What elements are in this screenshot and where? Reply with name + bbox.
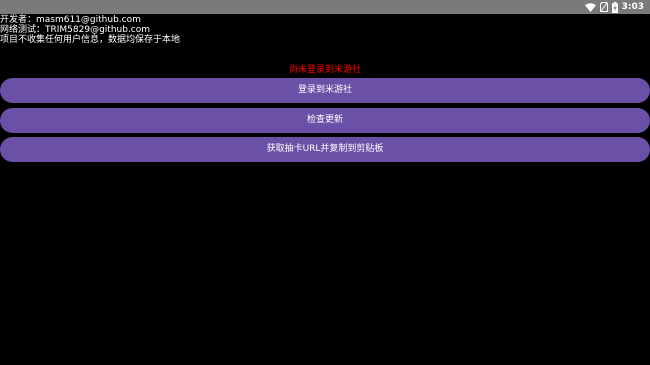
login-status-text: 尚未登录到米游社 [288, 65, 361, 75]
privacy-text: 项目不收集任何用户信息，数据均保存于本地 [0, 35, 181, 45]
status-time: 3:03 [621, 2, 644, 12]
battery-charging-icon [611, 1, 618, 13]
status-bar: 3:03 [0, 0, 650, 14]
login-button[interactable]: 登录到米游社 [0, 78, 650, 103]
developer-text: 开发者：masm611@github.com [0, 15, 141, 25]
check-update-button[interactable]: 检查更新 [0, 108, 650, 133]
network-test-text: 网络测试：TRIM5829@github.com [0, 25, 151, 35]
get-gacha-url-button[interactable]: 获取抽卡URL并复制到剪贴板 [0, 137, 650, 162]
no-sim-icon [599, 2, 608, 12]
status-icons: 3:03 [584, 0, 644, 14]
wifi-icon [584, 2, 596, 12]
info-block: 开发者：masm611@github.com 网络测试：TRIM5829@git… [0, 15, 180, 45]
